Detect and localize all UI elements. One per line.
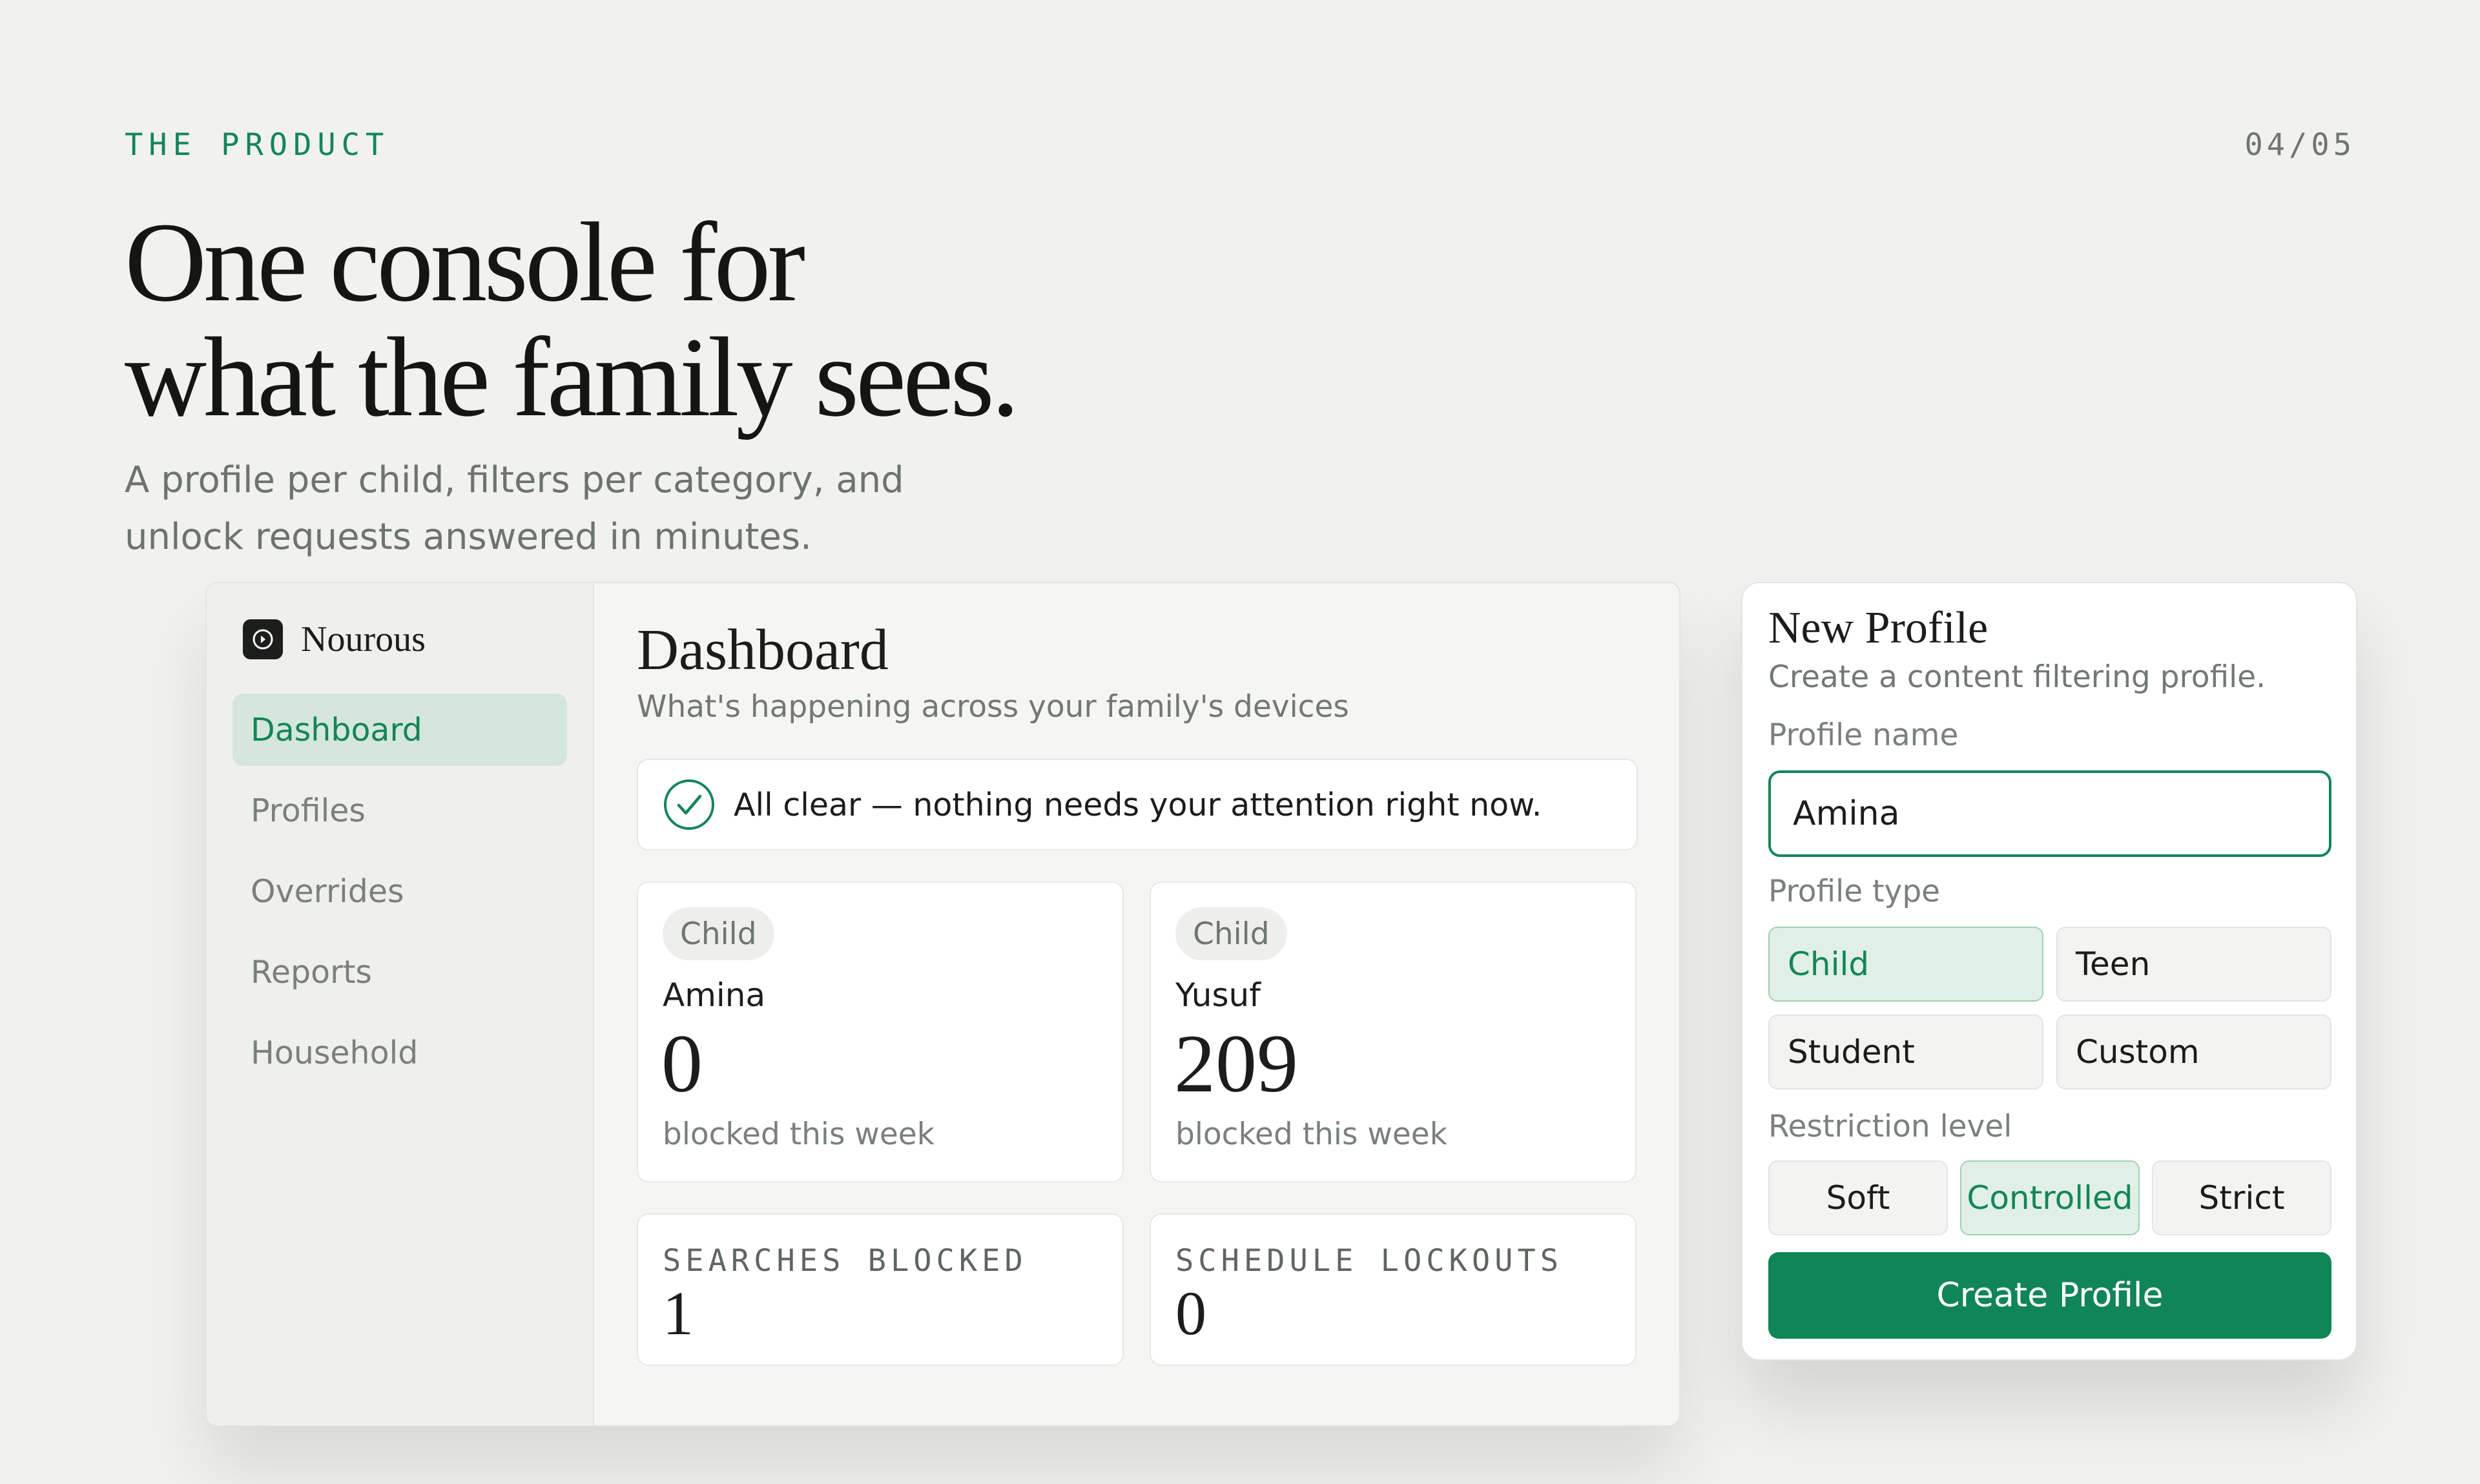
status-alert-text: All clear — nothing needs your attention… [734,786,1542,823]
status-alert: All clear — nothing needs your attention… [637,759,1638,850]
brand-logo-icon [243,619,283,659]
blocked-caption: blocked this week [663,1117,935,1152]
stat-value: 0 [1175,1279,1206,1348]
profile-type-custom[interactable]: Custom [2056,1015,2331,1089]
console-window: Nourous Dashboard Profiles Overrides Rep… [205,582,1680,1427]
sidebar-item-overrides[interactable]: Overrides [232,855,567,927]
sidebar-item-reports[interactable]: Reports [232,936,567,1008]
new-profile-panel: New Profile Create a content filtering p… [1741,582,2357,1361]
dashboard-main: Dashboard What's happening across your f… [594,583,1679,1425]
blocked-count: 209 [1174,1018,1298,1109]
child-card-yusuf[interactable]: Child Yusuf 209 blocked this week [1150,881,1637,1182]
restriction-level-label: Restriction level [1768,1109,2012,1144]
subhead-line-2: unlock requests answered in minutes. [125,516,812,558]
blocked-caption: blocked this week [1175,1117,1447,1152]
section-eyebrow: THE PRODUCT [125,127,390,163]
subhead-line-1: A profile per child, filters per categor… [125,459,904,501]
headline: One console for what the family sees. [125,205,1416,435]
create-profile-button[interactable]: Create Profile [1768,1252,2331,1339]
child-name: Amina [663,976,766,1014]
stat-value: 1 [663,1279,694,1348]
page-number: 04/05 [2244,127,2355,163]
restriction-level-controlled[interactable]: Controlled [1960,1160,2140,1235]
profile-name-label: Profile name [1768,717,1959,753]
subhead: A profile per child, filters per categor… [125,452,1093,566]
headline-line-2: what the family sees. [125,314,1020,440]
profile-type-child[interactable]: Child [1768,927,2043,1002]
child-name: Yusuf [1175,976,1261,1014]
restriction-level-soft[interactable]: Soft [1768,1160,1948,1235]
sidebar-item-profiles[interactable]: Profiles [232,774,567,847]
page-subtitle: What's happening across your family's de… [637,689,1349,725]
headline-line-1: One console for [125,200,805,325]
sidebar: Nourous Dashboard Profiles Overrides Rep… [207,583,594,1425]
panel-subtitle: Create a content filtering profile. [1768,659,2266,695]
check-circle-icon [664,779,714,830]
profile-type-student[interactable]: Student [1768,1015,2043,1089]
stat-card-searches-blocked: SEARCHES BLOCKED 1 [637,1213,1124,1366]
profile-name-input[interactable] [1768,770,2331,857]
page-title: Dashboard [637,618,889,682]
sidebar-nav: Dashboard Profiles Overrides Reports Hou… [232,694,567,1097]
child-type-badge: Child [663,907,774,960]
child-type-badge: Child [1175,907,1287,960]
brand-name: Nourous [301,619,426,659]
stat-label: SEARCHES BLOCKED [663,1243,1028,1279]
panel-title: New Profile [1768,603,1989,653]
blocked-count: 0 [661,1018,703,1109]
brand[interactable]: Nourous [243,619,426,660]
stat-label: SCHEDULE LOCKOUTS [1175,1243,1564,1279]
profile-type-label: Profile type [1768,874,1941,909]
stat-card-schedule-lockouts: SCHEDULE LOCKOUTS 0 [1150,1213,1637,1366]
sidebar-item-dashboard[interactable]: Dashboard [232,694,567,766]
restriction-level-strict[interactable]: Strict [2152,1160,2331,1235]
sidebar-item-household[interactable]: Household [232,1016,567,1089]
child-card-amina[interactable]: Child Amina 0 blocked this week [637,881,1124,1182]
profile-type-teen[interactable]: Teen [2056,927,2331,1002]
